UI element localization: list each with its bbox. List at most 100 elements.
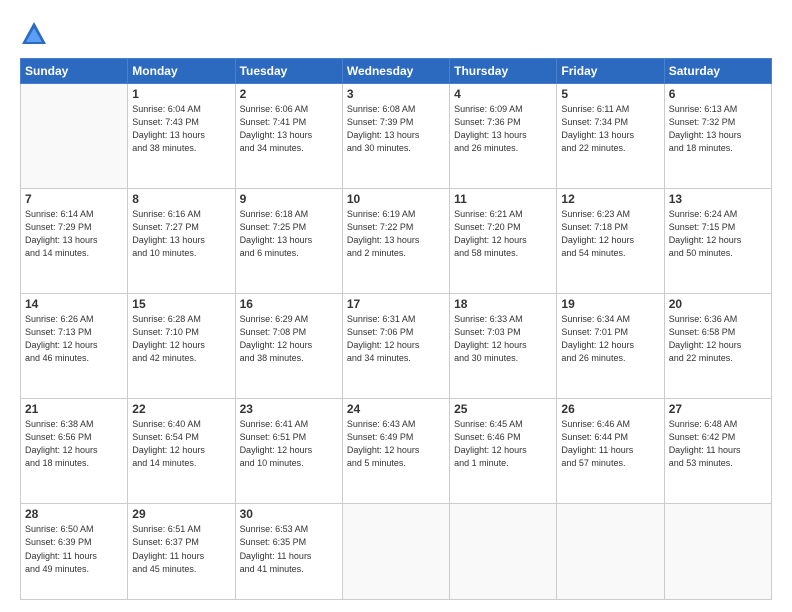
day-number: 23 bbox=[240, 402, 338, 416]
table-row bbox=[664, 504, 771, 600]
col-monday: Monday bbox=[128, 59, 235, 84]
table-row: 28 Sunrise: 6:50 AMSunset: 6:39 PMDayligh… bbox=[21, 504, 128, 600]
day-info: Sunrise: 6:24 AMSunset: 7:15 PMDaylight:… bbox=[669, 208, 767, 260]
day-info: Sunrise: 6:11 AMSunset: 7:34 PMDaylight:… bbox=[561, 103, 659, 155]
day-number: 18 bbox=[454, 297, 552, 311]
table-row: 13 Sunrise: 6:24 AMSunset: 7:15 PMDayligh… bbox=[664, 189, 771, 294]
day-info: Sunrise: 6:36 AMSunset: 6:58 PMDaylight:… bbox=[669, 313, 767, 365]
day-number: 5 bbox=[561, 87, 659, 101]
table-row: 20 Sunrise: 6:36 AMSunset: 6:58 PMDayligh… bbox=[664, 294, 771, 399]
day-info: Sunrise: 6:48 AMSunset: 6:42 PMDaylight:… bbox=[669, 418, 767, 470]
col-thursday: Thursday bbox=[450, 59, 557, 84]
day-number: 20 bbox=[669, 297, 767, 311]
table-row bbox=[450, 504, 557, 600]
day-number: 21 bbox=[25, 402, 123, 416]
day-number: 2 bbox=[240, 87, 338, 101]
day-info: Sunrise: 6:04 AMSunset: 7:43 PMDaylight:… bbox=[132, 103, 230, 155]
day-info: Sunrise: 6:45 AMSunset: 6:46 PMDaylight:… bbox=[454, 418, 552, 470]
header bbox=[20, 16, 772, 48]
day-info: Sunrise: 6:28 AMSunset: 7:10 PMDaylight:… bbox=[132, 313, 230, 365]
day-number: 6 bbox=[669, 87, 767, 101]
table-row: 26 Sunrise: 6:46 AMSunset: 6:44 PMDayligh… bbox=[557, 399, 664, 504]
day-info: Sunrise: 6:13 AMSunset: 7:32 PMDaylight:… bbox=[669, 103, 767, 155]
day-info: Sunrise: 6:18 AMSunset: 7:25 PMDaylight:… bbox=[240, 208, 338, 260]
table-row: 19Sunrise: 6:34 AMSunset: 7:01 PMDayligh… bbox=[557, 294, 664, 399]
day-number: 30 bbox=[240, 507, 338, 521]
day-info: Sunrise: 6:26 AMSunset: 7:13 PMDaylight:… bbox=[25, 313, 123, 365]
table-row: 1 Sunrise: 6:04 AMSunset: 7:43 PMDaylight… bbox=[128, 84, 235, 189]
table-row: 21 Sunrise: 6:38 AMSunset: 6:56 PMDayligh… bbox=[21, 399, 128, 504]
day-number: 22 bbox=[132, 402, 230, 416]
table-row: 18 Sunrise: 6:33 AMSunset: 7:03 PMDayligh… bbox=[450, 294, 557, 399]
table-row: 23 Sunrise: 6:41 AMSunset: 6:51 PMDayligh… bbox=[235, 399, 342, 504]
table-row: 7Sunrise: 6:14 AMSunset: 7:29 PMDaylight… bbox=[21, 189, 128, 294]
day-number: 8 bbox=[132, 192, 230, 206]
day-number: 24 bbox=[347, 402, 445, 416]
table-row: 3 Sunrise: 6:08 AMSunset: 7:39 PMDaylight… bbox=[342, 84, 449, 189]
day-info: Sunrise: 6:14 AMSunset: 7:29 PMDaylight:… bbox=[25, 208, 123, 260]
table-row: 24 Sunrise: 6:43 AMSunset: 6:49 PMDayligh… bbox=[342, 399, 449, 504]
calendar-header-row: Sunday Monday Tuesday Wednesday Thursday… bbox=[21, 59, 772, 84]
day-info: Sunrise: 6:08 AMSunset: 7:39 PMDaylight:… bbox=[347, 103, 445, 155]
day-info: Sunrise: 6:23 AMSunset: 7:18 PMDaylight:… bbox=[561, 208, 659, 260]
day-number: 28 bbox=[25, 507, 123, 521]
table-row: 27 Sunrise: 6:48 AMSunset: 6:42 PMDayligh… bbox=[664, 399, 771, 504]
day-number: 16 bbox=[240, 297, 338, 311]
calendar-table: Sunday Monday Tuesday Wednesday Thursday… bbox=[20, 58, 772, 600]
table-row: 9 Sunrise: 6:18 AMSunset: 7:25 PMDaylight… bbox=[235, 189, 342, 294]
table-row: 30 Sunrise: 6:53 AMSunset: 6:35 PMDayligh… bbox=[235, 504, 342, 600]
col-friday: Friday bbox=[557, 59, 664, 84]
day-info: Sunrise: 6:31 AMSunset: 7:06 PMDaylight:… bbox=[347, 313, 445, 365]
page: Sunday Monday Tuesday Wednesday Thursday… bbox=[0, 0, 792, 612]
table-row bbox=[21, 84, 128, 189]
day-info: Sunrise: 6:41 AMSunset: 6:51 PMDaylight:… bbox=[240, 418, 338, 470]
day-info: Sunrise: 6:19 AMSunset: 7:22 PMDaylight:… bbox=[347, 208, 445, 260]
day-info: Sunrise: 6:34 AMSunset: 7:01 PMDaylight:… bbox=[561, 313, 659, 365]
day-info: Sunrise: 6:06 AMSunset: 7:41 PMDaylight:… bbox=[240, 103, 338, 155]
col-tuesday: Tuesday bbox=[235, 59, 342, 84]
day-info: Sunrise: 6:09 AMSunset: 7:36 PMDaylight:… bbox=[454, 103, 552, 155]
day-info: Sunrise: 6:40 AMSunset: 6:54 PMDaylight:… bbox=[132, 418, 230, 470]
table-row: 6 Sunrise: 6:13 AMSunset: 7:32 PMDaylight… bbox=[664, 84, 771, 189]
day-number: 26 bbox=[561, 402, 659, 416]
table-row: 10 Sunrise: 6:19 AMSunset: 7:22 PMDayligh… bbox=[342, 189, 449, 294]
day-number: 29 bbox=[132, 507, 230, 521]
day-number: 1 bbox=[132, 87, 230, 101]
table-row: 25Sunrise: 6:45 AMSunset: 6:46 PMDayligh… bbox=[450, 399, 557, 504]
day-info: Sunrise: 6:38 AMSunset: 6:56 PMDaylight:… bbox=[25, 418, 123, 470]
day-number: 10 bbox=[347, 192, 445, 206]
day-info: Sunrise: 6:21 AMSunset: 7:20 PMDaylight:… bbox=[454, 208, 552, 260]
col-sunday: Sunday bbox=[21, 59, 128, 84]
logo-icon bbox=[20, 20, 48, 48]
table-row: 17 Sunrise: 6:31 AMSunset: 7:06 PMDayligh… bbox=[342, 294, 449, 399]
day-number: 4 bbox=[454, 87, 552, 101]
table-row bbox=[557, 504, 664, 600]
table-row: 29Sunrise: 6:51 AMSunset: 6:37 PMDayligh… bbox=[128, 504, 235, 600]
day-number: 3 bbox=[347, 87, 445, 101]
logo bbox=[20, 20, 52, 48]
day-info: Sunrise: 6:43 AMSunset: 6:49 PMDaylight:… bbox=[347, 418, 445, 470]
day-number: 9 bbox=[240, 192, 338, 206]
table-row: 8 Sunrise: 6:16 AMSunset: 7:27 PMDaylight… bbox=[128, 189, 235, 294]
table-row: 11Sunrise: 6:21 AMSunset: 7:20 PMDayligh… bbox=[450, 189, 557, 294]
col-saturday: Saturday bbox=[664, 59, 771, 84]
table-row bbox=[342, 504, 449, 600]
day-number: 12 bbox=[561, 192, 659, 206]
table-row: 5 Sunrise: 6:11 AMSunset: 7:34 PMDaylight… bbox=[557, 84, 664, 189]
day-number: 15 bbox=[132, 297, 230, 311]
day-info: Sunrise: 6:53 AMSunset: 6:35 PMDaylight:… bbox=[240, 523, 338, 575]
day-number: 17 bbox=[347, 297, 445, 311]
table-row: 14 Sunrise: 6:26 AMSunset: 7:13 PMDayligh… bbox=[21, 294, 128, 399]
day-info: Sunrise: 6:16 AMSunset: 7:27 PMDaylight:… bbox=[132, 208, 230, 260]
table-row: 4 Sunrise: 6:09 AMSunset: 7:36 PMDaylight… bbox=[450, 84, 557, 189]
day-number: 27 bbox=[669, 402, 767, 416]
day-number: 13 bbox=[669, 192, 767, 206]
day-info: Sunrise: 6:46 AMSunset: 6:44 PMDaylight:… bbox=[561, 418, 659, 470]
table-row: 15 Sunrise: 6:28 AMSunset: 7:10 PMDayligh… bbox=[128, 294, 235, 399]
day-info: Sunrise: 6:33 AMSunset: 7:03 PMDaylight:… bbox=[454, 313, 552, 365]
table-row: 2 Sunrise: 6:06 AMSunset: 7:41 PMDaylight… bbox=[235, 84, 342, 189]
table-row: 16Sunrise: 6:29 AMSunset: 7:08 PMDayligh… bbox=[235, 294, 342, 399]
day-number: 14 bbox=[25, 297, 123, 311]
day-info: Sunrise: 6:50 AMSunset: 6:39 PMDaylight:… bbox=[25, 523, 123, 575]
table-row: 12 Sunrise: 6:23 AMSunset: 7:18 PMDayligh… bbox=[557, 189, 664, 294]
